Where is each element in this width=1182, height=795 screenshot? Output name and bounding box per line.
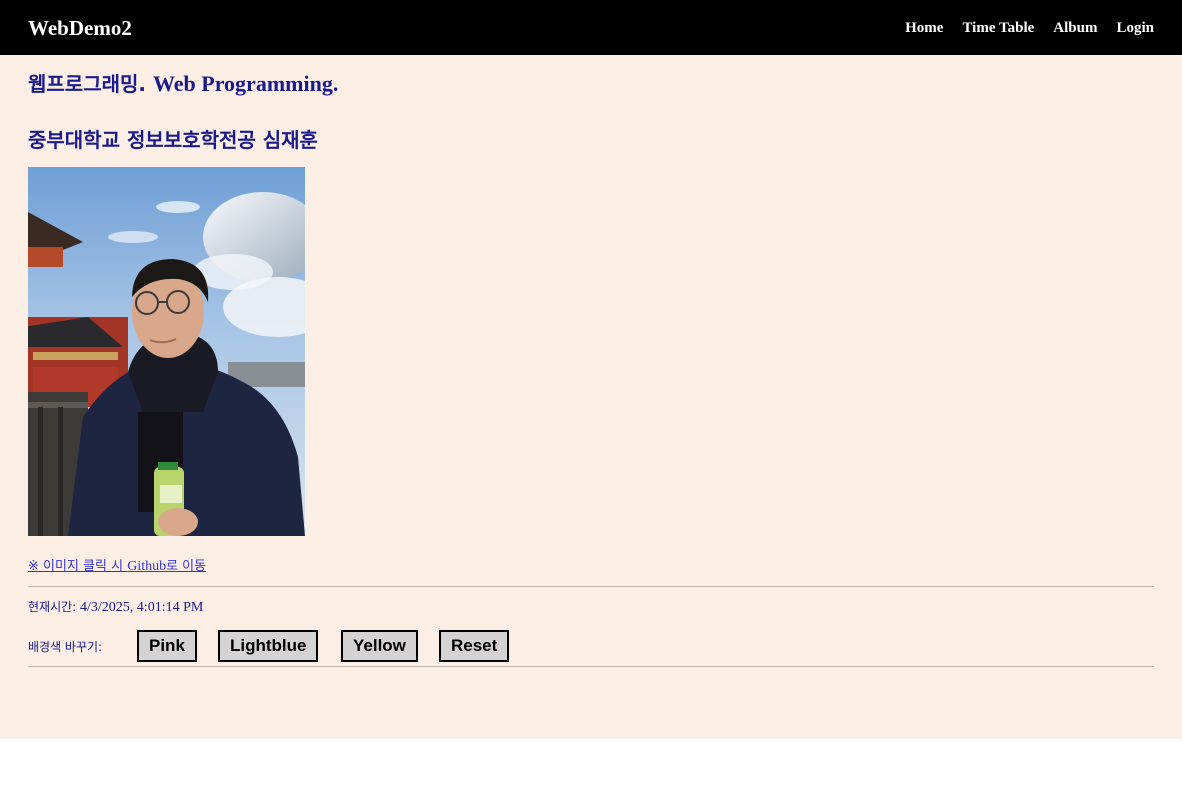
github-link-latin: Github — [127, 559, 167, 574]
page-subtitle: 중부대학교 정보보호학전공 심재훈 — [28, 128, 318, 152]
current-time-value: 4/3/2025, 4:01:14 PM — [80, 600, 204, 615]
navbar: WebDemo2 Home Time Table Album Login — [0, 0, 1182, 55]
nav-links: Home Time Table Album Login — [886, 18, 1154, 38]
divider-top — [28, 586, 1154, 587]
current-time-label: 현재시간: — [28, 600, 81, 614]
nav-album-link[interactable]: Album — [1053, 18, 1097, 38]
nav-timetable-link[interactable]: Time Table — [962, 18, 1034, 38]
bg-color-label: 배경색 바꾸기: — [28, 640, 103, 654]
yellow-button[interactable]: Yellow — [341, 630, 418, 662]
current-time: 현재시간: 4/3/2025, 4:01:14 PM — [28, 598, 203, 617]
github-link-prefix: ※ 이미지 클릭 시 — [28, 559, 128, 574]
pink-button[interactable]: Pink — [137, 630, 197, 662]
brand-link[interactable]: WebDemo2 — [28, 14, 132, 42]
profile-photo — [28, 167, 305, 536]
github-link[interactable]: ※ 이미지 클릭 시 Github로 이동 — [28, 558, 206, 576]
page-body: WebDemo2 Home Time Table Album Login 웹프로… — [0, 0, 1182, 739]
page-title-latin: Web Programming. — [152, 71, 339, 96]
profile-photo-link[interactable] — [28, 167, 305, 536]
page-title: 웹프로그래밍. Web Programming. — [28, 70, 338, 98]
lightblue-button[interactable]: Lightblue — [218, 630, 319, 662]
nav-login-link[interactable]: Login — [1116, 18, 1154, 38]
nav-home-link[interactable]: Home — [905, 18, 943, 38]
reset-button[interactable]: Reset — [439, 630, 510, 662]
divider-bottom — [28, 666, 1154, 667]
page-title-korean: 웹프로그래밍. — [28, 72, 146, 96]
github-link-suffix: 로 이동 — [166, 559, 207, 574]
